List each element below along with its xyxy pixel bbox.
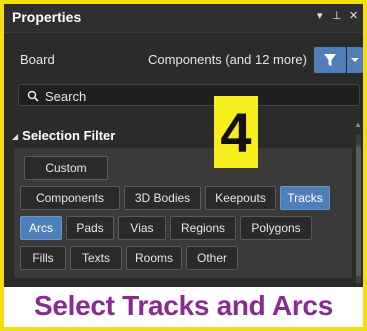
scrollbar-thumb[interactable] xyxy=(356,146,361,276)
panel-pin-icon[interactable]: ⊥ xyxy=(332,9,342,22)
filter-dropdown-button[interactable] xyxy=(347,47,363,73)
instruction-caption: Select Tracks and Arcs xyxy=(34,290,333,321)
filter-button-keepouts[interactable]: Keepouts xyxy=(205,186,276,210)
filter-button-other[interactable]: Other xyxy=(186,246,238,270)
chevron-down-icon xyxy=(351,58,359,62)
filter-button-custom[interactable]: Custom xyxy=(24,156,108,180)
filter-button-arcs[interactable]: Arcs xyxy=(20,216,62,240)
funnel-icon xyxy=(324,54,336,66)
search-icon xyxy=(27,89,39,107)
components-filter-label[interactable]: Components (and 12 more) xyxy=(148,52,307,67)
selection-filter-header[interactable]: ◢ Selection Filter xyxy=(12,128,115,143)
panel-title: Properties xyxy=(12,9,82,25)
board-label: Board xyxy=(20,52,55,67)
board-row: Board Components (and 12 more) xyxy=(4,44,363,76)
panel-close-icon[interactable]: ✕ xyxy=(349,9,358,22)
panel-titlebar: Properties ▾ ⊥ ✕ xyxy=(4,4,363,33)
filter-button-vias[interactable]: Vias xyxy=(118,216,166,240)
filter-button-rooms[interactable]: Rooms xyxy=(126,246,182,270)
filter-button-fills[interactable]: Fills xyxy=(20,246,66,270)
filter-button-texts[interactable]: Texts xyxy=(70,246,122,270)
filter-button-3d-bodies[interactable]: 3D Bodies xyxy=(124,186,201,210)
filter-button-regions[interactable]: Regions xyxy=(170,216,236,240)
filter-button-polygons[interactable]: Polygons xyxy=(240,216,312,240)
selection-filter-title: Selection Filter xyxy=(22,128,116,143)
panel-menu-dropdown-icon[interactable]: ▾ xyxy=(317,9,323,22)
filter-button-pads[interactable]: Pads xyxy=(66,216,114,240)
vertical-scrollbar[interactable] xyxy=(356,134,361,284)
search-box[interactable] xyxy=(18,84,360,106)
filter-button-components[interactable]: Components xyxy=(20,186,120,210)
filter-button-tracks[interactable]: Tracks xyxy=(280,186,330,210)
properties-panel: Properties ▾ ⊥ ✕ Board Components (and 1… xyxy=(4,4,363,287)
triangle-down-icon: ◢ xyxy=(12,132,19,141)
step-number-badge: 4 xyxy=(214,96,258,168)
filter-button[interactable] xyxy=(314,47,346,73)
search-input[interactable] xyxy=(43,87,347,105)
scroll-up-icon[interactable]: ▲ xyxy=(354,120,362,129)
selection-filter-area: Custom Components 3D Bodies Keepouts Tra… xyxy=(14,148,352,278)
